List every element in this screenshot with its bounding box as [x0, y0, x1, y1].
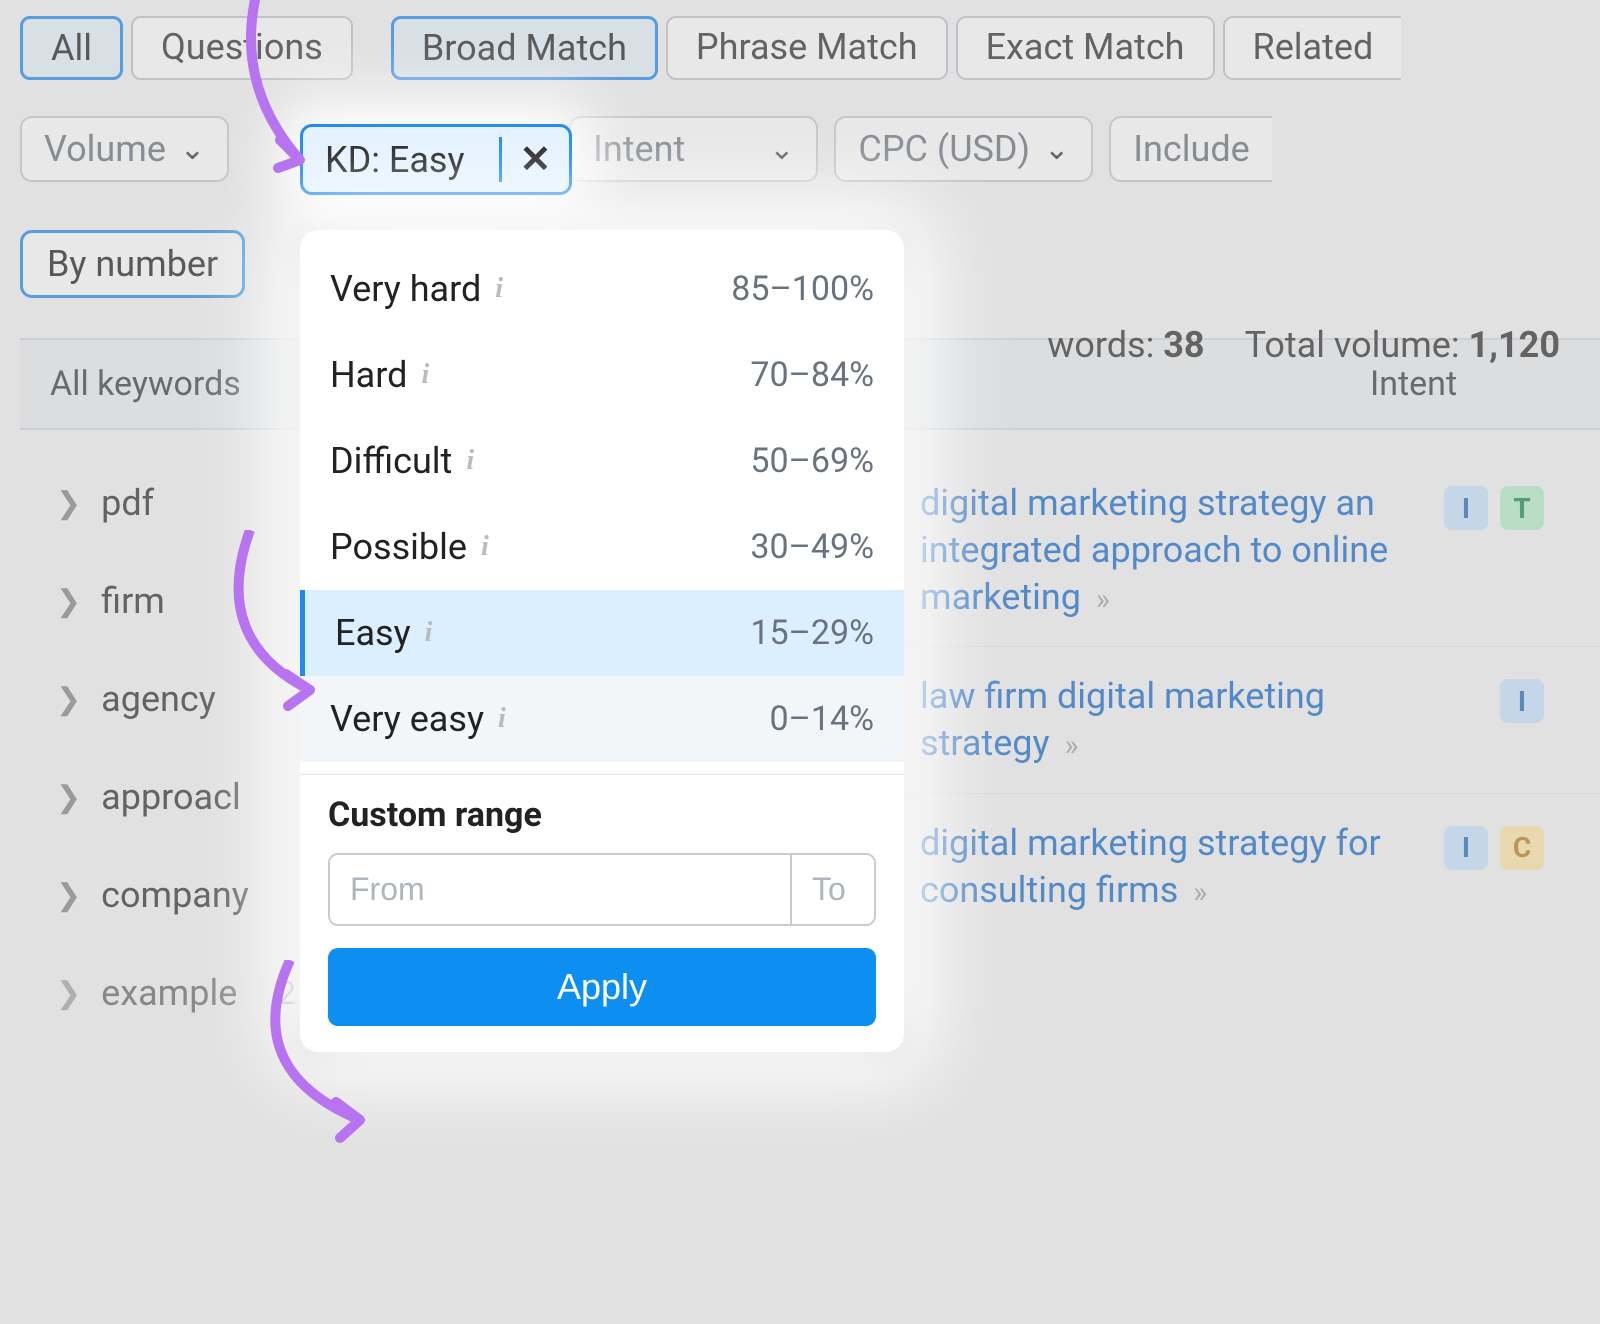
double-chevron-icon: » [1193, 875, 1207, 910]
kd-range: 85–100% [731, 269, 874, 309]
chevron-right-icon: ❯ [56, 878, 81, 913]
custom-range-inputs [328, 853, 876, 926]
intent-badges: I [1500, 673, 1544, 767]
kd-option-easy[interactable]: Easy i 15–29% [300, 590, 904, 676]
intent-badges: I T [1444, 480, 1544, 620]
by-number-toggle[interactable]: By number [20, 230, 245, 298]
chevron-right-icon: ❯ [56, 682, 81, 717]
kd-range: 30–49% [750, 527, 874, 567]
info-icon: i [498, 703, 506, 735]
total-volume-value: 1,120 [1469, 324, 1560, 366]
filter-include[interactable]: Include [1109, 116, 1272, 182]
kd-option-difficult[interactable]: Difficult i 50–69% [300, 418, 904, 504]
filter-cpc[interactable]: CPC (USD) ⌄ [834, 116, 1093, 182]
chevron-right-icon: ❯ [56, 780, 81, 815]
intent-badges: I C [1444, 820, 1544, 914]
filter-volume[interactable]: Volume ⌄ [20, 116, 229, 182]
group-count: 2 [278, 974, 296, 1012]
tab-related[interactable]: Related [1223, 16, 1402, 80]
all-keywords-count: 38 [1163, 324, 1204, 366]
kd-option-possible[interactable]: Possible i 30–49% [300, 504, 904, 590]
divider [300, 774, 904, 775]
tab-all[interactable]: All [20, 16, 123, 80]
kd-range: 70–84% [750, 355, 874, 395]
tab-broad-match[interactable]: Broad Match [391, 16, 658, 80]
chevron-down-icon: ⌄ [180, 132, 205, 167]
match-tabs: All Questions Broad Match Phrase Match E… [20, 16, 1600, 80]
keyword-link[interactable]: digital marketing strategy an integrated… [920, 480, 1400, 620]
kd-range: 15–29% [750, 613, 874, 653]
filter-kd-label: KD: Easy [325, 139, 485, 181]
keyword-link[interactable]: digital marketing strategy for consultin… [920, 820, 1400, 914]
info-icon: i [425, 617, 433, 649]
close-icon[interactable]: ✕ [499, 137, 570, 182]
apply-button[interactable]: Apply [328, 948, 876, 1026]
info-icon: i [421, 359, 429, 391]
filter-intent[interactable]: Intent ⌄ [569, 116, 818, 182]
custom-range-heading: Custom range [328, 795, 876, 835]
info-icon: i [466, 445, 474, 477]
double-chevron-icon: » [1096, 582, 1110, 617]
intent-badge-informational: I [1500, 679, 1544, 723]
totals-bar: words: 38 Total volume: 1,120 [1047, 324, 1560, 366]
chevron-right-icon: ❯ [56, 584, 81, 619]
chevron-right-icon: ❯ [56, 976, 81, 1011]
filter-row: Volume ⌄ Intent ⌄ CPC (USD) ⌄ Include [20, 116, 1600, 182]
filter-intent-label: Intent [593, 128, 685, 170]
tab-phrase-match[interactable]: Phrase Match [666, 16, 948, 80]
kd-range: 50–69% [750, 441, 874, 481]
intent-badge-informational: I [1444, 486, 1488, 530]
filter-volume-label: Volume [44, 128, 166, 170]
kd-dropdown: Very hard i 85–100% Hard i 70–84% Diffic… [300, 230, 904, 1052]
chevron-down-icon: ⌄ [769, 132, 794, 167]
keyword-link[interactable]: law firm digital marketing strategy » [920, 673, 1400, 767]
info-icon: i [495, 273, 503, 305]
intent-badge-commercial: C [1500, 826, 1544, 870]
filter-include-label: Include [1133, 128, 1250, 170]
header-intent: Intent [1370, 364, 1570, 404]
intent-badge-transactional: T [1500, 486, 1544, 530]
tab-exact-match[interactable]: Exact Match [956, 16, 1215, 80]
total-volume-label: Total volume: [1245, 324, 1460, 366]
kd-range: 0–14% [769, 699, 874, 739]
intent-badge-informational: I [1444, 826, 1488, 870]
all-keywords-label: words: [1047, 324, 1154, 366]
info-icon: i [481, 531, 489, 563]
kd-option-very-easy[interactable]: Very easy i 0–14% [300, 676, 904, 762]
custom-range-to[interactable] [792, 855, 876, 924]
kd-option-very-hard[interactable]: Very hard i 85–100% [300, 246, 904, 332]
chevron-down-icon: ⌄ [1044, 132, 1069, 167]
custom-range-from[interactable] [330, 855, 792, 924]
filter-cpc-label: CPC (USD) [858, 128, 1030, 170]
filter-kd[interactable]: KD: Easy ✕ [300, 124, 572, 195]
double-chevron-icon: » [1065, 728, 1079, 763]
kd-option-hard[interactable]: Hard i 70–84% [300, 332, 904, 418]
kd-filter-highlight: KD: Easy ✕ [300, 124, 572, 195]
tab-questions[interactable]: Questions [131, 16, 353, 80]
chevron-right-icon: ❯ [56, 486, 81, 521]
